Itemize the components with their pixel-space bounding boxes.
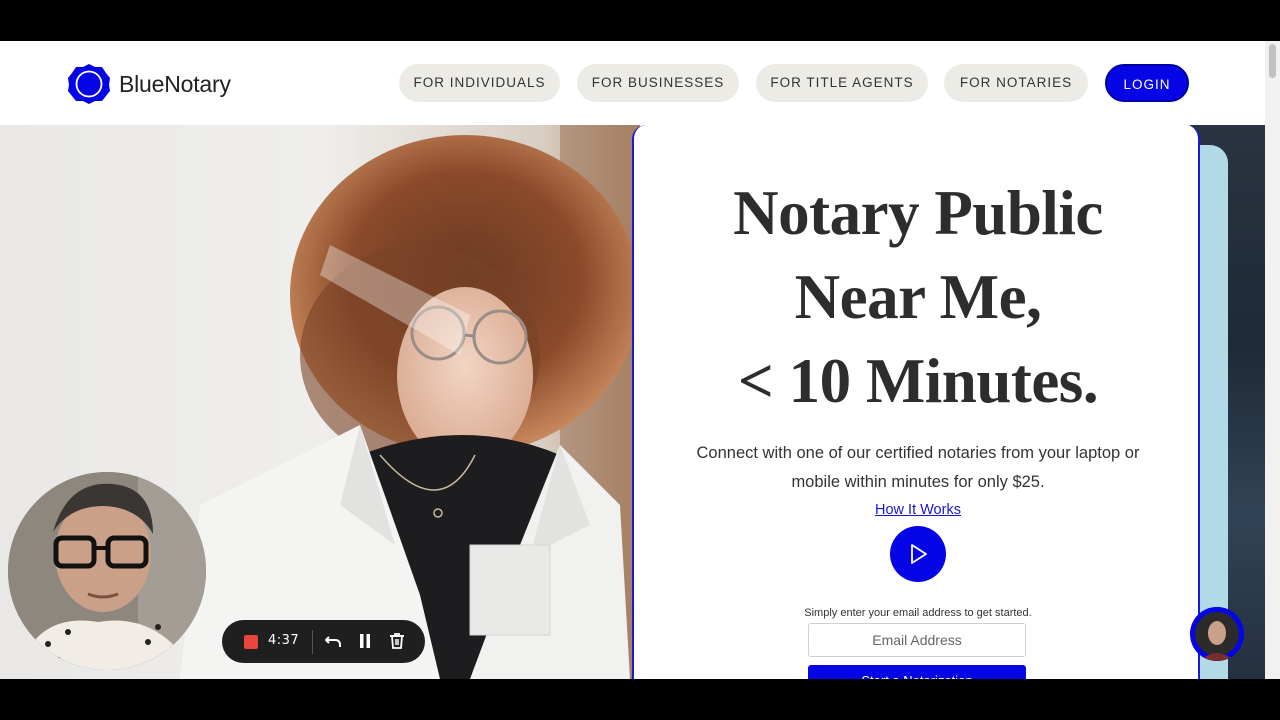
- email-input[interactable]: [808, 623, 1026, 657]
- pause-icon[interactable]: [355, 631, 375, 651]
- nav-for-businesses[interactable]: FOR BUSINESSES: [577, 64, 739, 102]
- recording-timer: 4:37: [268, 633, 300, 648]
- undo-icon[interactable]: [323, 631, 343, 651]
- nav-for-individuals[interactable]: FOR INDIVIDUALS: [399, 64, 560, 102]
- hero-subtext: Connect with one of our certified notari…: [696, 444, 1140, 491]
- nav-for-notaries[interactable]: FOR NOTARIES: [944, 64, 1088, 102]
- presenter-video: [8, 472, 206, 670]
- hero-headline: Notary Public Near Me, < 10 Minutes.: [634, 171, 1202, 423]
- how-it-works-link[interactable]: How It Works: [634, 502, 1202, 518]
- headline-line-2: Near Me,: [794, 262, 1042, 332]
- nav-for-title-agents[interactable]: FOR TITLE AGENTS: [756, 64, 928, 102]
- logo-badge-icon: [68, 64, 110, 104]
- start-notarization-button[interactable]: Start a Notarization: [808, 665, 1026, 679]
- headline-line-3: < 10 Minutes.: [737, 346, 1099, 416]
- email-hint: Simply enter your email address to get s…: [804, 607, 1032, 619]
- login-button[interactable]: LOGIN: [1105, 64, 1189, 102]
- play-icon: [911, 544, 927, 564]
- support-agent-avatar-icon: [1190, 607, 1244, 661]
- webcam-bubble[interactable]: [8, 472, 206, 670]
- page-scrollbar[interactable]: [1265, 41, 1280, 679]
- scrollbar-thumb[interactable]: [1269, 44, 1276, 78]
- toolbar-divider: [312, 630, 313, 654]
- play-video-button[interactable]: [890, 526, 946, 582]
- headline-line-1: Notary Public: [733, 178, 1103, 248]
- logo[interactable]: BlueNotary: [67, 63, 231, 105]
- chat-support-avatar[interactable]: [1190, 607, 1244, 661]
- logo-text: BlueNotary: [119, 70, 231, 97]
- stop-record-icon[interactable]: [244, 635, 258, 649]
- hero-card: Notary Public Near Me, < 10 Minutes. Con…: [632, 125, 1200, 679]
- site-header: BlueNotary FOR INDIVIDUALS FOR BUSINESSE…: [0, 41, 1265, 125]
- trash-icon[interactable]: [387, 631, 407, 651]
- recording-toolbar: 4:37: [222, 620, 425, 663]
